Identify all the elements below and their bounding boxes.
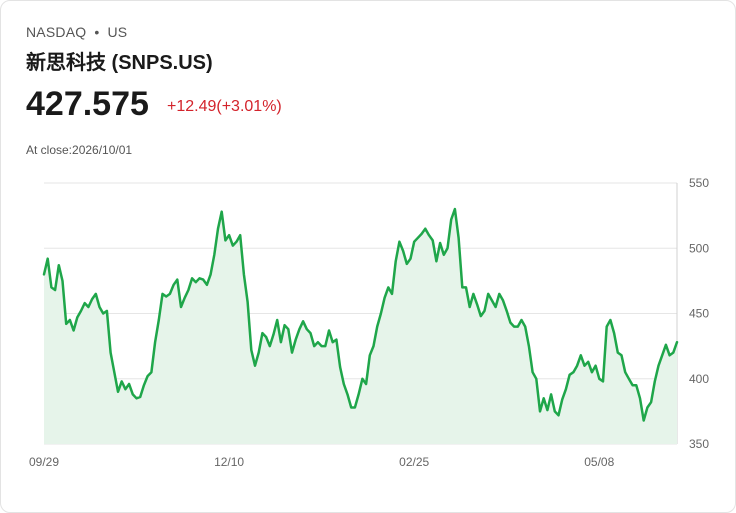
- y-tick-label: 350: [689, 437, 709, 451]
- y-tick-label: 550: [689, 176, 709, 190]
- y-tick-label: 450: [689, 307, 709, 321]
- x-tick-label: 02/25: [399, 455, 429, 469]
- y-axis-ticks: 550 500 450 400 350: [689, 176, 709, 451]
- x-tick-label: 09/29: [29, 455, 59, 469]
- y-tick-label: 500: [689, 241, 709, 255]
- x-axis-ticks: 09/2912/1002/2505/0807/24: [29, 455, 615, 469]
- x-tick-label: 05/08: [584, 455, 614, 469]
- price-chart: 550500450400350 09/2912/1002/2505/0807/2…: [29, 176, 709, 469]
- y-tick-label: 400: [689, 372, 709, 386]
- quote-card: NASDAQ • US 新思科技 (SNPS.US) 427.575 +12.49(…: [0, 0, 736, 513]
- x-tick-label: 12/10: [214, 455, 244, 469]
- series-area-fill: [44, 209, 677, 444]
